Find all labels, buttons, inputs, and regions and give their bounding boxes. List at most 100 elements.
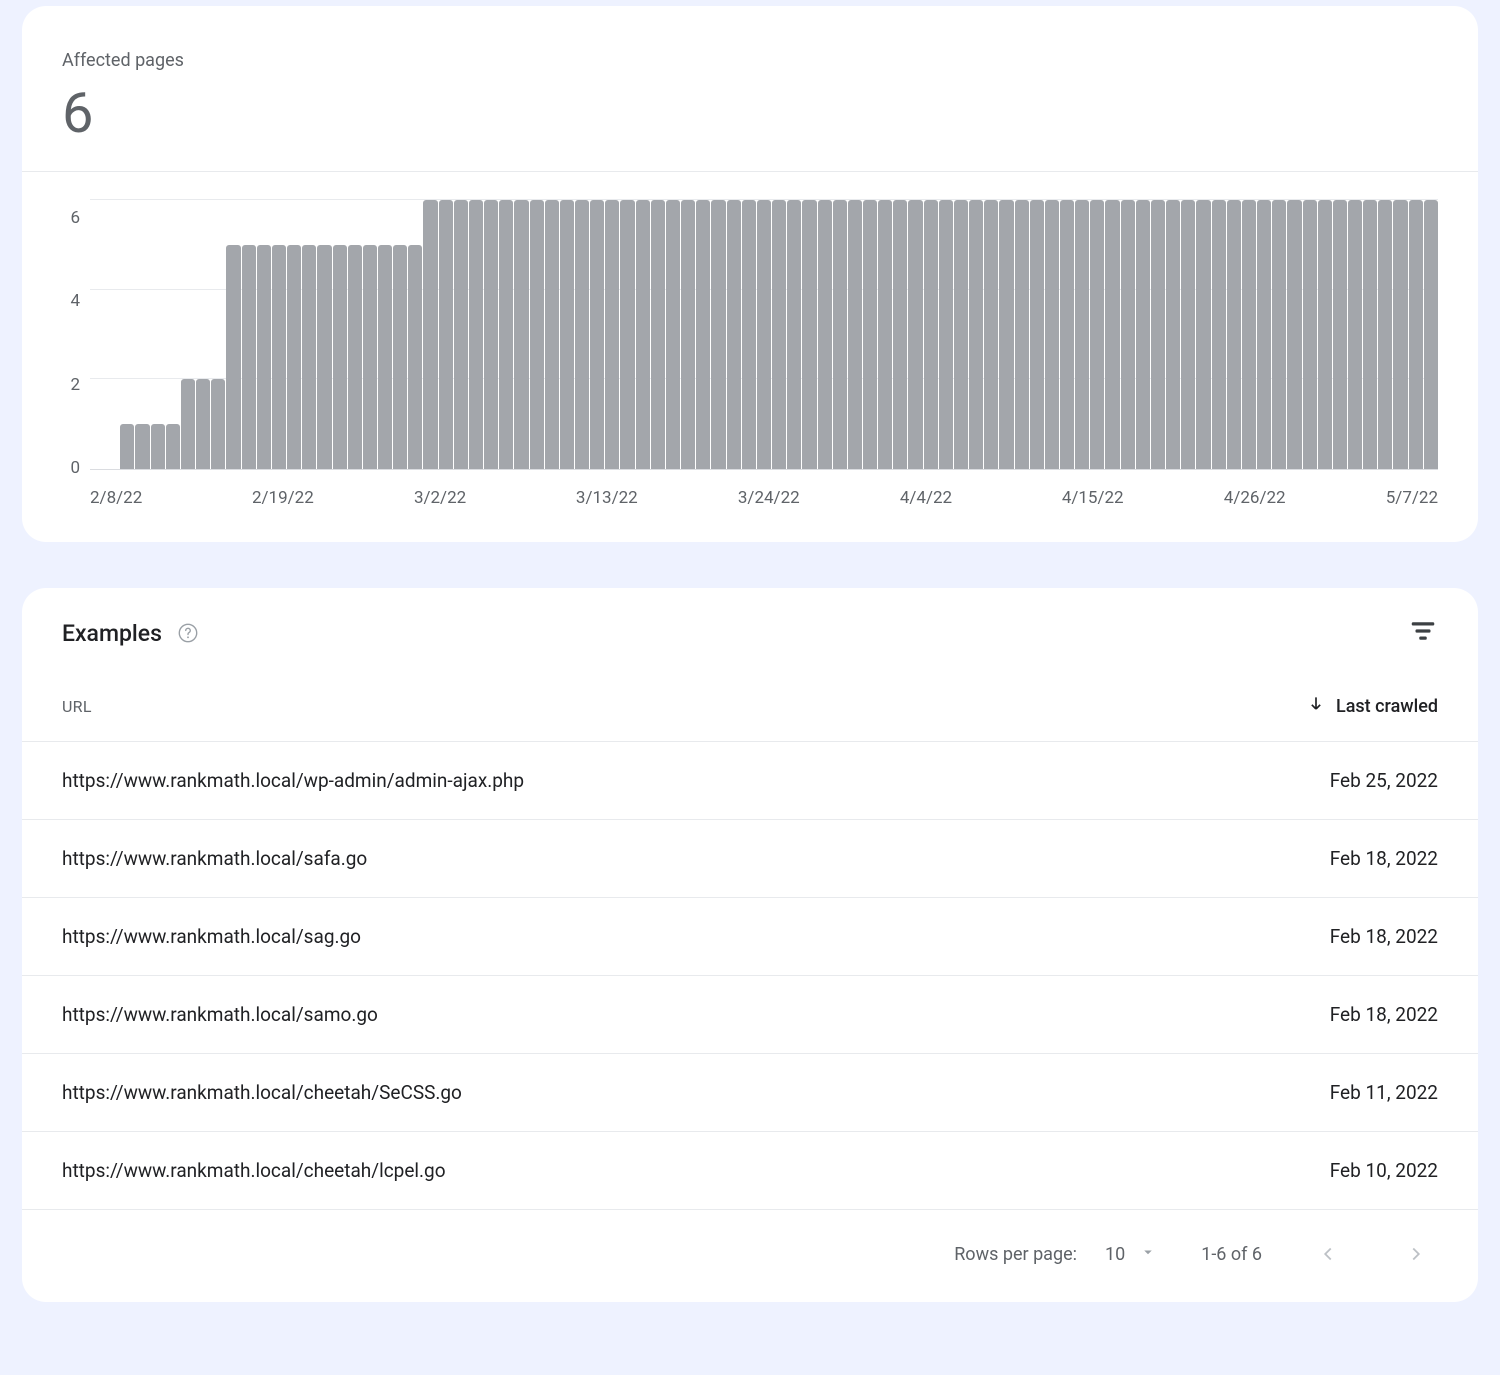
chart-bar[interactable] <box>636 200 650 469</box>
chart-bar[interactable] <box>1121 200 1135 469</box>
chart-bar[interactable] <box>772 200 786 469</box>
chart-bar[interactable] <box>287 245 301 469</box>
chart-bar[interactable] <box>545 200 559 469</box>
chart-bar[interactable] <box>514 200 528 469</box>
chart-bar[interactable] <box>454 200 468 469</box>
filter-icon[interactable] <box>1408 616 1438 650</box>
column-header-last-crawled[interactable]: Last crawled <box>1306 694 1438 719</box>
chart-bar[interactable] <box>530 200 544 469</box>
chart-bar[interactable] <box>1409 200 1423 469</box>
chart-bar[interactable] <box>408 245 422 469</box>
chart-bar[interactable] <box>196 379 210 469</box>
chart-bar[interactable] <box>1105 200 1119 469</box>
chart-plot[interactable] <box>90 200 1438 470</box>
chart-bar[interactable] <box>818 200 832 469</box>
chart-bar[interactable] <box>620 200 634 469</box>
chart-bar[interactable] <box>1015 200 1029 469</box>
chart-bar[interactable] <box>575 200 589 469</box>
table-row[interactable]: https://www.rankmath.local/safa.goFeb 18… <box>22 820 1478 898</box>
chart-bar[interactable] <box>954 200 968 469</box>
chart-bar[interactable] <box>560 200 574 469</box>
chart-bar[interactable] <box>1075 200 1089 469</box>
chart-bar[interactable] <box>348 245 362 469</box>
table-row[interactable]: https://www.rankmath.local/sag.goFeb 18,… <box>22 898 1478 976</box>
chart-bar[interactable] <box>151 424 165 469</box>
chart-bar[interactable] <box>605 200 619 469</box>
chart-bar[interactable] <box>1181 200 1195 469</box>
chart-bar[interactable] <box>1045 200 1059 469</box>
chart-bar[interactable] <box>1227 200 1241 469</box>
chart-bar[interactable] <box>1424 200 1438 469</box>
chart-bar[interactable] <box>257 245 271 469</box>
chart-bar[interactable] <box>893 200 907 469</box>
chart-bar[interactable] <box>1363 200 1377 469</box>
chart-bar[interactable] <box>1136 200 1150 469</box>
chart-bar[interactable] <box>969 200 983 469</box>
chart-bar[interactable] <box>939 200 953 469</box>
chart-bar[interactable] <box>1212 200 1226 469</box>
chart-bar[interactable] <box>1303 200 1317 469</box>
chart-bar[interactable] <box>1378 200 1392 469</box>
chart-bar[interactable] <box>1166 200 1180 469</box>
chart-bar[interactable] <box>1393 200 1407 469</box>
chart-bar[interactable] <box>1060 200 1074 469</box>
chart-bar[interactable] <box>711 200 725 469</box>
chart-bar[interactable] <box>1333 200 1347 469</box>
chart-bar[interactable] <box>1030 200 1044 469</box>
chart-bar[interactable] <box>1242 200 1256 469</box>
chart-bar[interactable] <box>590 200 604 469</box>
table-row[interactable]: https://www.rankmath.local/cheetah/lcpel… <box>22 1132 1478 1210</box>
chart-bar[interactable] <box>878 200 892 469</box>
chart-bar[interactable] <box>181 379 195 469</box>
chart-bar[interactable] <box>1287 200 1301 469</box>
chart-bar[interactable] <box>1196 200 1210 469</box>
chart-bar[interactable] <box>317 245 331 469</box>
chart-bar[interactable] <box>135 424 149 469</box>
chart-bar[interactable] <box>423 200 437 469</box>
column-header-url[interactable]: URL <box>62 697 1306 716</box>
table-row[interactable]: https://www.rankmath.local/wp-admin/admi… <box>22 742 1478 820</box>
chart-bar[interactable] <box>1151 200 1165 469</box>
chart-bar[interactable] <box>848 200 862 469</box>
help-icon[interactable] <box>176 621 200 645</box>
chart-bar[interactable] <box>166 424 180 469</box>
chart-bar[interactable] <box>651 200 665 469</box>
chart-bar[interactable] <box>863 200 877 469</box>
prev-page-button[interactable] <box>1306 1232 1350 1276</box>
chart-bar[interactable] <box>1257 200 1271 469</box>
chart-bar[interactable] <box>302 245 316 469</box>
chart-bar[interactable] <box>393 245 407 469</box>
chart-bar[interactable] <box>439 200 453 469</box>
chart-bar[interactable] <box>272 245 286 469</box>
table-row[interactable]: https://www.rankmath.local/cheetah/SeCSS… <box>22 1054 1478 1132</box>
chart-bar[interactable] <box>984 200 998 469</box>
chart-bar[interactable] <box>908 200 922 469</box>
chart-bar[interactable] <box>1272 200 1286 469</box>
next-page-button[interactable] <box>1394 1232 1438 1276</box>
chart-bar[interactable] <box>469 200 483 469</box>
chart-bar[interactable] <box>484 200 498 469</box>
chart-bar[interactable] <box>681 200 695 469</box>
chart-bar[interactable] <box>1090 200 1104 469</box>
chart-bar[interactable] <box>742 200 756 469</box>
rows-per-page-select[interactable]: 10 <box>1105 1243 1157 1266</box>
table-row[interactable]: https://www.rankmath.local/samo.goFeb 18… <box>22 976 1478 1054</box>
chart-bar[interactable] <box>242 245 256 469</box>
chart-bar[interactable] <box>666 200 680 469</box>
chart-bar[interactable] <box>727 200 741 469</box>
chart-bar[interactable] <box>211 379 225 469</box>
chart-bar[interactable] <box>802 200 816 469</box>
chart-bar[interactable] <box>226 245 240 469</box>
chart-bar[interactable] <box>120 424 134 469</box>
chart-bar[interactable] <box>999 200 1013 469</box>
chart-bar[interactable] <box>696 200 710 469</box>
chart-bar[interactable] <box>378 245 392 469</box>
chart-bar[interactable] <box>833 200 847 469</box>
chart-bar[interactable] <box>499 200 513 469</box>
chart-bar[interactable] <box>1318 200 1332 469</box>
chart-bar[interactable] <box>363 245 377 469</box>
chart-bar[interactable] <box>333 245 347 469</box>
chart-bar[interactable] <box>787 200 801 469</box>
chart-bar[interactable] <box>1348 200 1362 469</box>
chart-bar[interactable] <box>757 200 771 469</box>
